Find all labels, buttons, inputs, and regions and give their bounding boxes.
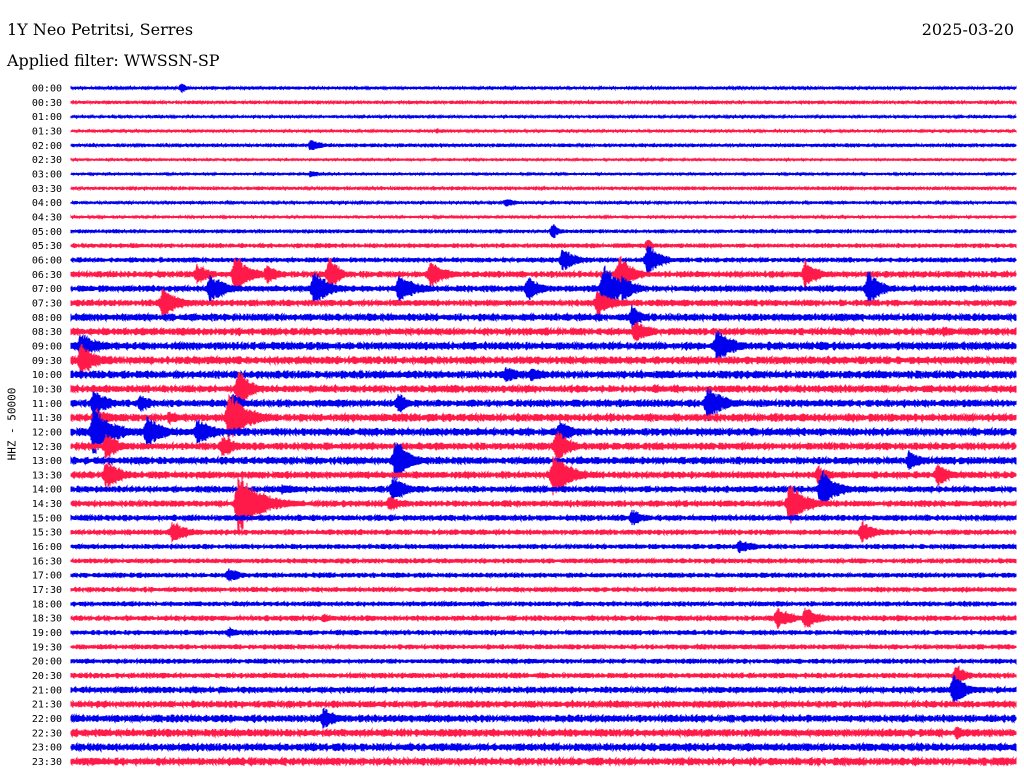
row-label: 00:30 bbox=[32, 98, 62, 109]
row-label: 18:00 bbox=[32, 599, 62, 610]
row-label: 19:30 bbox=[32, 642, 62, 653]
row-label: 07:00 bbox=[32, 284, 62, 295]
helicorder-plot: 00:00 00:30 01:00 01:30 02:00 02:30 03:00 03:30… bbox=[32, 83, 1017, 769]
row-label: 02:00 bbox=[32, 141, 62, 152]
row-label: 03:00 bbox=[32, 169, 62, 180]
row-label: 00:00 bbox=[32, 84, 62, 95]
row-label: 08:30 bbox=[32, 327, 62, 338]
row-label: 04:00 bbox=[32, 198, 62, 209]
row-label: 03:30 bbox=[32, 184, 62, 195]
row-label: 23:00 bbox=[32, 743, 62, 754]
row-label: 08:00 bbox=[32, 313, 62, 324]
row-label: 04:30 bbox=[32, 212, 62, 223]
row-label: 01:00 bbox=[32, 112, 62, 123]
row-label: 20:30 bbox=[32, 671, 62, 682]
row-label: 10:00 bbox=[32, 370, 62, 381]
row-label: 23:30 bbox=[32, 757, 62, 768]
row-label: 16:30 bbox=[32, 556, 62, 567]
row-label: 22:00 bbox=[32, 714, 62, 725]
row-label: 21:00 bbox=[32, 685, 62, 696]
row-label: 11:00 bbox=[32, 399, 62, 410]
row-label: 07:30 bbox=[32, 298, 62, 309]
row-label: 02:30 bbox=[32, 155, 62, 166]
row-label: 11:30 bbox=[32, 413, 62, 424]
row-label: 13:30 bbox=[32, 470, 62, 481]
row-label: 15:30 bbox=[32, 528, 62, 539]
row-label: 01:30 bbox=[32, 126, 62, 137]
row-label: 15:00 bbox=[32, 513, 62, 524]
row-label: 17:00 bbox=[32, 571, 62, 582]
row-label: 19:00 bbox=[32, 628, 62, 639]
row-label: 18:30 bbox=[32, 614, 62, 625]
row-label: 21:30 bbox=[32, 700, 62, 711]
row-label: 17:30 bbox=[32, 585, 62, 596]
row-label: 12:00 bbox=[32, 427, 62, 438]
row-label: 06:00 bbox=[32, 255, 62, 266]
row-label: 10:30 bbox=[32, 384, 62, 395]
row-label: 13:00 bbox=[32, 456, 62, 467]
row-label: 06:30 bbox=[32, 270, 62, 281]
traces bbox=[70, 83, 1017, 768]
row-label: 14:30 bbox=[32, 499, 62, 510]
row-label: 14:00 bbox=[32, 485, 62, 496]
row-labels: 00:00 00:30 01:00 01:30 02:00 02:30 03:00 03:30… bbox=[32, 84, 62, 769]
row-label: 16:00 bbox=[32, 542, 62, 553]
row-label: 09:30 bbox=[32, 356, 62, 367]
row-label: 20:00 bbox=[32, 657, 62, 668]
row-label: 05:00 bbox=[32, 227, 62, 238]
row-label: 22:30 bbox=[32, 728, 62, 739]
row-label: 12:30 bbox=[32, 442, 62, 453]
row-label: 05:30 bbox=[32, 241, 62, 252]
row-label: 09:00 bbox=[32, 341, 62, 352]
